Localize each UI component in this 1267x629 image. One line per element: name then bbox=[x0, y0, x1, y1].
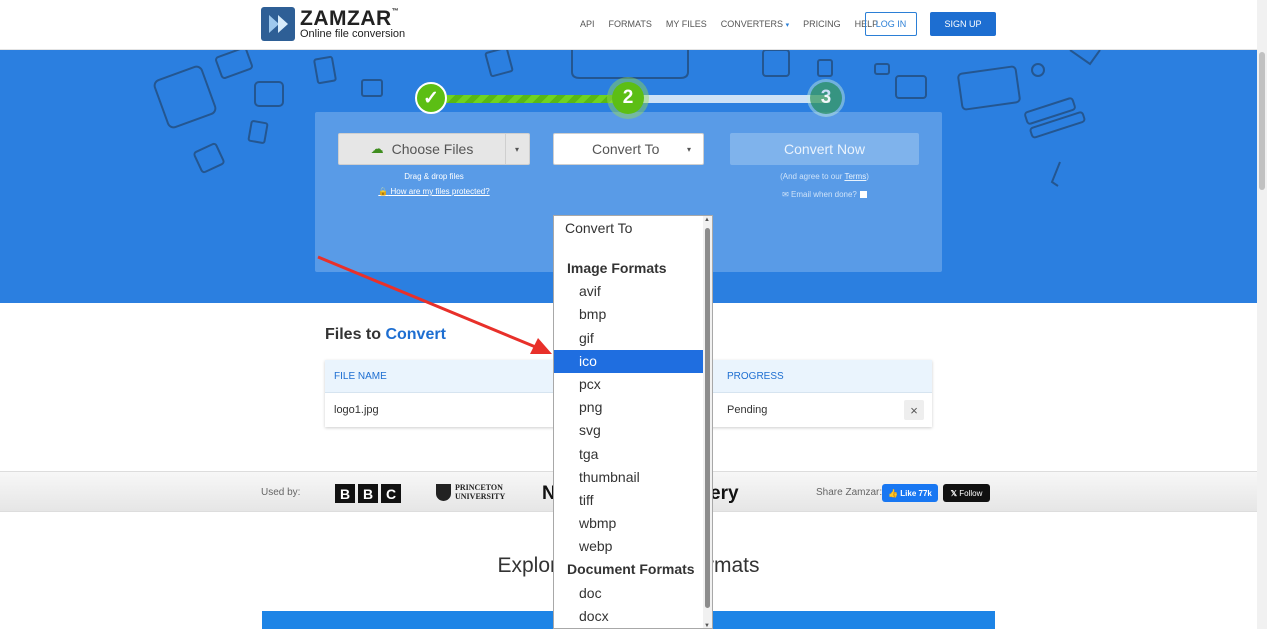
page-scrollbar[interactable] bbox=[1257, 0, 1267, 629]
files-protected-link-label: How are my files protected? bbox=[390, 187, 490, 196]
drag-drop-hint: Drag & drop files bbox=[404, 172, 464, 181]
file-name-cell: logo1.jpg bbox=[334, 404, 379, 416]
convert-now-button[interactable]: Convert Now bbox=[730, 133, 919, 165]
email-when-done[interactable]: ✉ Email when done? bbox=[730, 190, 919, 199]
files-title-part1: Files to bbox=[325, 326, 386, 343]
lock-icon: 🔒 bbox=[378, 187, 389, 196]
dropdown-scroll-thumb[interactable] bbox=[705, 228, 710, 608]
files-to-convert-title: Files to Convert bbox=[325, 326, 446, 344]
option-gif[interactable]: gif bbox=[554, 327, 712, 350]
step-3: 3 bbox=[810, 82, 842, 114]
file-status-cell: Pending bbox=[727, 404, 768, 416]
bbc-letter-2: B bbox=[358, 484, 378, 503]
option-webp[interactable]: webp bbox=[554, 535, 712, 558]
option-thumbnail[interactable]: thumbnail bbox=[554, 466, 712, 489]
option-avif[interactable]: avif bbox=[554, 280, 712, 303]
convert-to-dropdown[interactable]: Convert To Image Formats avif bmp gif ic… bbox=[553, 215, 713, 629]
page-scroll-thumb[interactable] bbox=[1259, 52, 1265, 190]
terms-link[interactable]: Terms bbox=[844, 172, 866, 181]
logo-tagline: Online file conversion bbox=[300, 28, 406, 40]
login-button[interactable]: LOG IN bbox=[865, 12, 917, 36]
main-nav: API FORMATS MY FILES CONVERTERS ▾ PRICIN… bbox=[580, 19, 878, 29]
share-label: Share Zamzar: bbox=[816, 487, 883, 498]
dropdown-option-placeholder[interactable]: Convert To bbox=[554, 216, 712, 241]
princeton-line2: UNIVERSITY bbox=[455, 491, 506, 501]
follow-label: Follow bbox=[959, 488, 983, 498]
nav-formats[interactable]: FORMATS bbox=[609, 19, 652, 29]
bbc-logo: B B C bbox=[335, 484, 401, 503]
step-2-active: 2 bbox=[612, 82, 644, 114]
option-tiff[interactable]: tiff bbox=[554, 489, 712, 512]
partial-logo-right: ery bbox=[710, 483, 739, 504]
cloud-upload-icon: ☁ bbox=[370, 141, 384, 156]
choose-files-button[interactable]: ☁ Choose Files ▾ bbox=[338, 133, 530, 165]
zamzar-logo-icon bbox=[261, 7, 295, 41]
group-image-formats: Image Formats bbox=[567, 260, 667, 276]
option-tga[interactable]: tga bbox=[554, 443, 712, 466]
nav-converters[interactable]: CONVERTERS ▾ bbox=[721, 19, 789, 29]
option-doc[interactable]: doc bbox=[554, 582, 712, 605]
bbc-letter-1: B bbox=[335, 484, 355, 503]
nav-converters-label: CONVERTERS bbox=[720, 19, 784, 29]
x-follow-button[interactable]: 𝕏 Follow bbox=[943, 484, 990, 502]
thumbs-up-icon: 👍 bbox=[888, 488, 901, 498]
choose-files-dropdown-toggle[interactable]: ▾ bbox=[505, 134, 529, 164]
option-wbmp[interactable]: wbmp bbox=[554, 512, 712, 535]
files-protected-link[interactable]: 🔒 How are my files protected? bbox=[338, 187, 530, 196]
step-progress-fill bbox=[430, 95, 626, 103]
choose-files-main[interactable]: ☁ Choose Files bbox=[339, 134, 506, 164]
column-file-name: FILE NAME bbox=[334, 371, 387, 382]
explore-left: Explor bbox=[497, 554, 558, 577]
terms-agreement: (And agree to our Terms) bbox=[730, 172, 919, 181]
option-ico[interactable]: ico bbox=[554, 349, 712, 373]
terms-prefix: (And agree to our bbox=[780, 172, 845, 181]
logo-trademark: ™ bbox=[391, 8, 400, 15]
dropdown-scrollbar[interactable]: ▲ ▼ bbox=[703, 216, 712, 628]
option-pcx[interactable]: pcx bbox=[554, 373, 712, 396]
zamzar-logo[interactable]: ZAMZAR™ Online file conversion bbox=[261, 7, 405, 41]
nav-my-files[interactable]: MY FILES bbox=[666, 19, 707, 29]
option-docx[interactable]: docx bbox=[554, 605, 712, 628]
chevron-down-icon: ▾ bbox=[686, 144, 691, 154]
used-by-label: Used by: bbox=[261, 487, 301, 498]
nav-pricing[interactable]: PRICING bbox=[803, 19, 841, 29]
explore-right: rmats bbox=[707, 554, 760, 577]
chevron-down-icon: ▾ bbox=[785, 22, 790, 29]
option-svg[interactable]: svg bbox=[554, 419, 712, 442]
email-when-done-label: Email when done? bbox=[791, 190, 857, 199]
files-title-part2: Convert bbox=[385, 326, 446, 343]
like-count: Like 77k bbox=[900, 488, 932, 498]
bbc-letter-3: C bbox=[381, 484, 401, 503]
mail-icon: ✉ bbox=[782, 190, 789, 199]
x-logo-icon: 𝕏 bbox=[950, 488, 960, 498]
scroll-up-icon[interactable]: ▲ bbox=[704, 217, 710, 223]
option-png[interactable]: png bbox=[554, 396, 712, 419]
email-checkbox[interactable] bbox=[859, 191, 867, 199]
convert-to-select[interactable]: Convert To ▾ bbox=[553, 133, 704, 165]
shield-icon bbox=[436, 484, 451, 501]
facebook-like-button[interactable]: 👍 Like 77k bbox=[882, 484, 938, 502]
option-bmp[interactable]: bmp bbox=[554, 303, 712, 326]
site-header: ZAMZAR™ Online file conversion API FORMA… bbox=[0, 0, 1257, 50]
nav-api[interactable]: API bbox=[580, 19, 595, 29]
logo-name: ZAMZAR bbox=[300, 7, 392, 30]
remove-file-button[interactable]: × bbox=[904, 400, 924, 420]
princeton-logo: PRINCETON UNIVERSITY bbox=[436, 483, 506, 501]
group-document-formats: Document Formats bbox=[567, 561, 695, 578]
step-1-complete: ✓ bbox=[415, 82, 447, 114]
signup-button[interactable]: SIGN UP bbox=[930, 12, 996, 36]
terms-suffix: ) bbox=[866, 172, 869, 181]
convert-to-value: Convert To bbox=[592, 141, 660, 157]
column-progress: PROGRESS bbox=[727, 371, 784, 382]
choose-files-label: Choose Files bbox=[391, 141, 474, 157]
